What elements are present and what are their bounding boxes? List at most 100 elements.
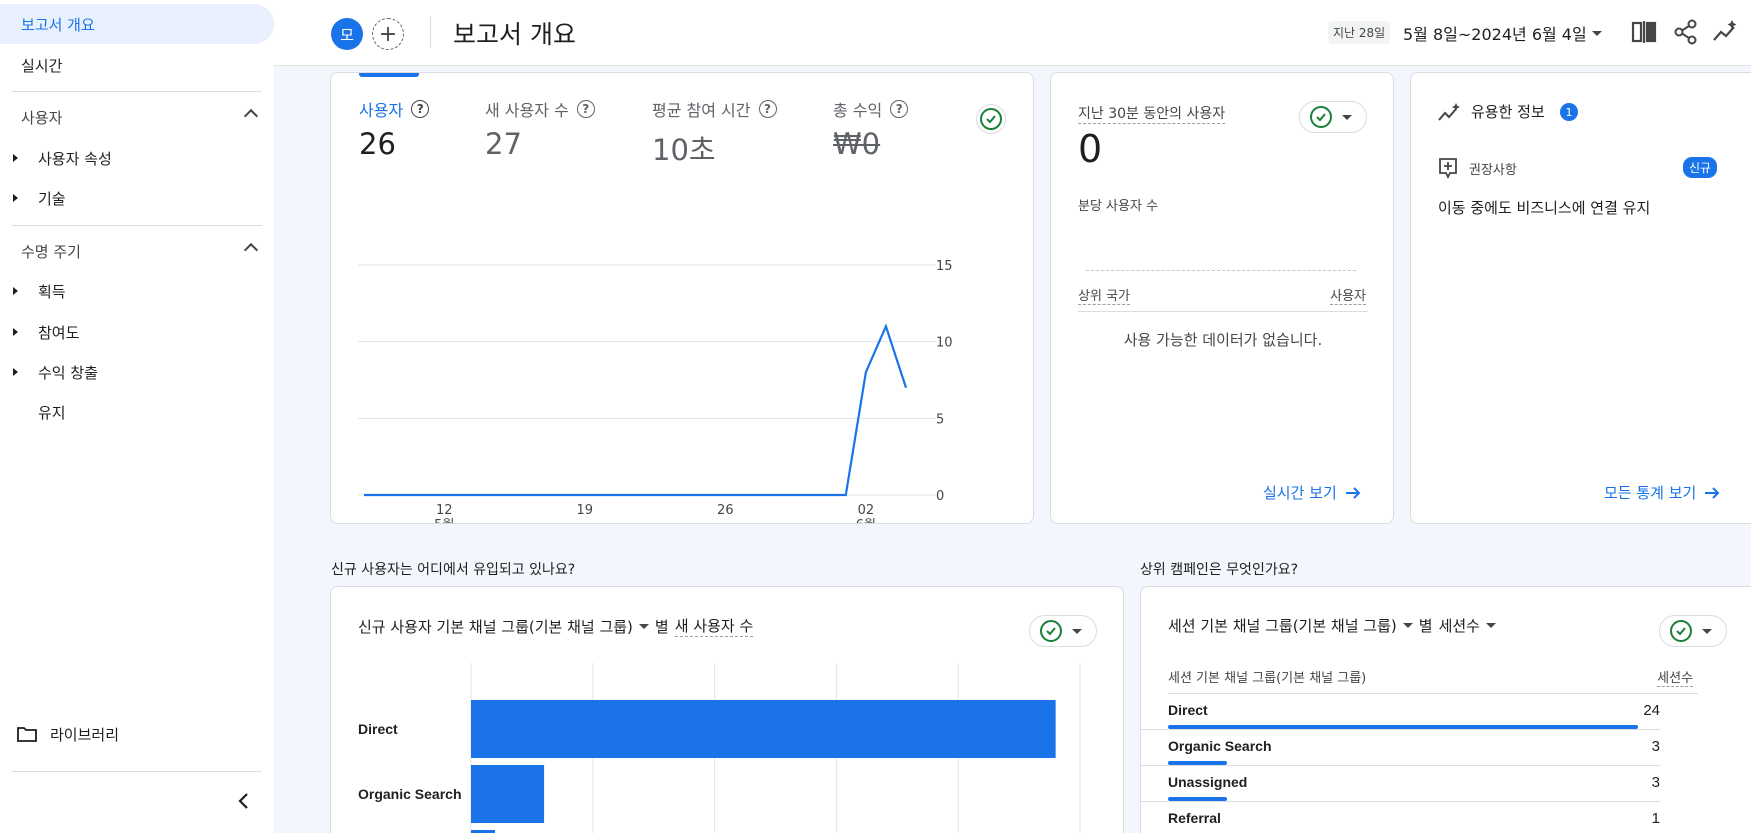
avatar[interactable]: 모 [331,18,363,50]
table-row[interactable]: Referral 1 [1141,802,1660,833]
date-preset-badge[interactable]: 지난 28일 [1328,21,1391,44]
view-realtime-label: 실시간 보기 [1263,484,1337,502]
table-divider [1078,311,1368,312]
metric-users-label: 사용자 [359,101,404,120]
help-icon[interactable]: ? [576,100,595,118]
caret-right-icon [13,368,18,376]
insights-sparkle-icon[interactable] [1712,18,1740,46]
bar [471,700,1056,758]
caret-right-icon [13,328,18,336]
recommendation-label: 권장사항 [1469,163,1517,178]
row-bar [1168,725,1639,729]
metric-tab-revenue[interactable]: 총 수익 ? ₩0 [833,97,909,161]
nav-engagement[interactable]: 참여도 [0,312,274,352]
dropdown-icon[interactable] [1402,623,1413,628]
nav-retention[interactable]: 유지 [0,392,274,432]
metric-revenue-label: 총 수익 [833,101,883,120]
x-tick-label: 02 [858,503,875,518]
bar-category-label: Organic Search [358,786,462,802]
insights-title: 유용한 정보 [1471,103,1545,121]
insights-card: 유용한 정보 1 권장사항 신규 이동 중에도 비즈니스에 연결 유지 모든 통… [1410,72,1751,524]
realtime-subtitle: 분당 사용자 수 [1078,199,1159,214]
folder-icon [17,727,37,742]
help-icon[interactable]: ? [411,100,430,118]
collapse-chevron-left-icon[interactable] [236,792,250,810]
section-lifecycle[interactable]: 수명 주기 [0,231,274,271]
table-row[interactable]: Organic Search 3 [1141,730,1660,766]
realtime-quality-button[interactable] [1299,101,1367,133]
nav-user-attributes[interactable]: 사용자 속성 [0,138,274,178]
table-row[interactable]: Direct 24 [1141,694,1660,730]
dimension-selector[interactable]: 세션 기본 채널 그룹(기본 채널 그룹) [1168,615,1397,636]
nav-report-overview[interactable]: 보고서 개요 [0,4,274,44]
help-icon[interactable]: ? [890,100,909,118]
add-comparison-button[interactable]: + [372,18,404,50]
y-tick-label: 5 [936,412,944,427]
nav-realtime-label: 실시간 [21,56,63,75]
dropdown-icon [1342,114,1352,120]
row-channel: Organic Search [1168,738,1272,754]
section-users-label: 사용자 [21,108,63,127]
dropdown-icon[interactable] [1485,623,1496,628]
share-icon[interactable] [1672,18,1700,46]
metric-selector[interactable]: 세션수 [1439,615,1480,636]
section-lifecycle-label: 수명 주기 [21,242,81,261]
row-bar [1168,761,1227,765]
nav-user-attributes-label: 사용자 속성 [38,149,112,168]
new-users-quality-button[interactable] [1029,615,1097,647]
section-users[interactable]: 사용자 [0,97,274,137]
col-top-country: 상위 국가 [1078,285,1130,305]
nav-engagement-label: 참여도 [38,323,80,342]
chevron-up-icon [243,108,259,124]
sessions-quality-button[interactable] [1659,615,1727,647]
check-circle-icon [1670,620,1692,642]
metric-users-value: 26 [359,127,396,161]
selected-tab-indicator [359,73,419,77]
nav-tech-label: 기술 [38,189,66,208]
data-quality-button[interactable] [976,104,1006,134]
dropdown-icon[interactable] [638,623,649,629]
nav-acquisition[interactable]: 획득 [0,271,274,311]
metrics-card: 사용자 ? 26 새 사용자 수 ? 27 평균 참여 시간 ? 10초 총 수… [330,72,1034,524]
new-users-question: 신규 사용자는 어디에서 유입되고 있나요? [331,562,576,578]
sidebar-divider [12,771,262,772]
arrow-right-icon [1705,486,1720,499]
metric-engagement-label-row: 평균 참여 시간 ? [652,97,777,121]
y-tick-label: 15 [936,259,953,274]
metric-tab-engagement[interactable]: 평균 참여 시간 ? 10초 [652,97,777,169]
title-by-label: 별 [1418,617,1433,635]
dimension-selector[interactable]: 신규 사용자 기본 채널 그룹(기본 채널 그룹) [358,616,633,637]
nav-realtime[interactable]: 실시간 [0,45,274,85]
row-channel: Unassigned [1168,774,1248,790]
metric-tab-new-users[interactable]: 새 사용자 수 ? 27 [485,97,595,161]
row-value: 24 [1643,702,1660,719]
view-all-insights-link[interactable]: 모든 통계 보기 [1604,482,1720,503]
bar [471,765,545,823]
insights-count-badge: 1 [1560,103,1578,121]
realtime-title: 지난 30분 동안의 사용자 [1078,103,1226,124]
title-by-label: 별 [654,617,669,636]
compare-columns-icon[interactable] [1630,18,1658,46]
row-value: 1 [1651,810,1660,827]
help-icon[interactable]: ? [758,100,777,118]
page-title: 보고서 개요 [453,20,576,49]
date-dropdown-icon[interactable] [1592,31,1602,36]
realtime-value: 0 [1078,127,1103,171]
metric-label: 새 사용자 수 [674,617,754,637]
nav-library[interactable]: 라이브러리 [0,714,274,754]
dropdown-icon [1702,628,1712,634]
recommendation-text[interactable]: 이동 중에도 비즈니스에 연결 유지 [1438,197,1650,218]
view-realtime-link[interactable]: 실시간 보기 [1263,482,1361,503]
metric-new-users-label-row: 새 사용자 수 ? [485,97,595,121]
metric-revenue-value: ₩0 [833,127,881,161]
nav-tech[interactable]: 기술 [0,178,274,218]
nav-monetization[interactable]: 수익 창출 [0,352,274,392]
row-channel: Referral [1168,810,1221,826]
metric-tab-users[interactable]: 사용자 ? 26 [359,97,430,161]
y-tick-label: 10 [936,336,953,351]
caret-right-icon [13,154,18,162]
y-tick-label: 0 [936,489,944,504]
table-row[interactable]: Unassigned 3 [1141,766,1660,802]
date-range-picker[interactable]: 5월 8일~2024년 6월 4일 [1403,21,1587,45]
check-circle-icon [1040,620,1062,642]
